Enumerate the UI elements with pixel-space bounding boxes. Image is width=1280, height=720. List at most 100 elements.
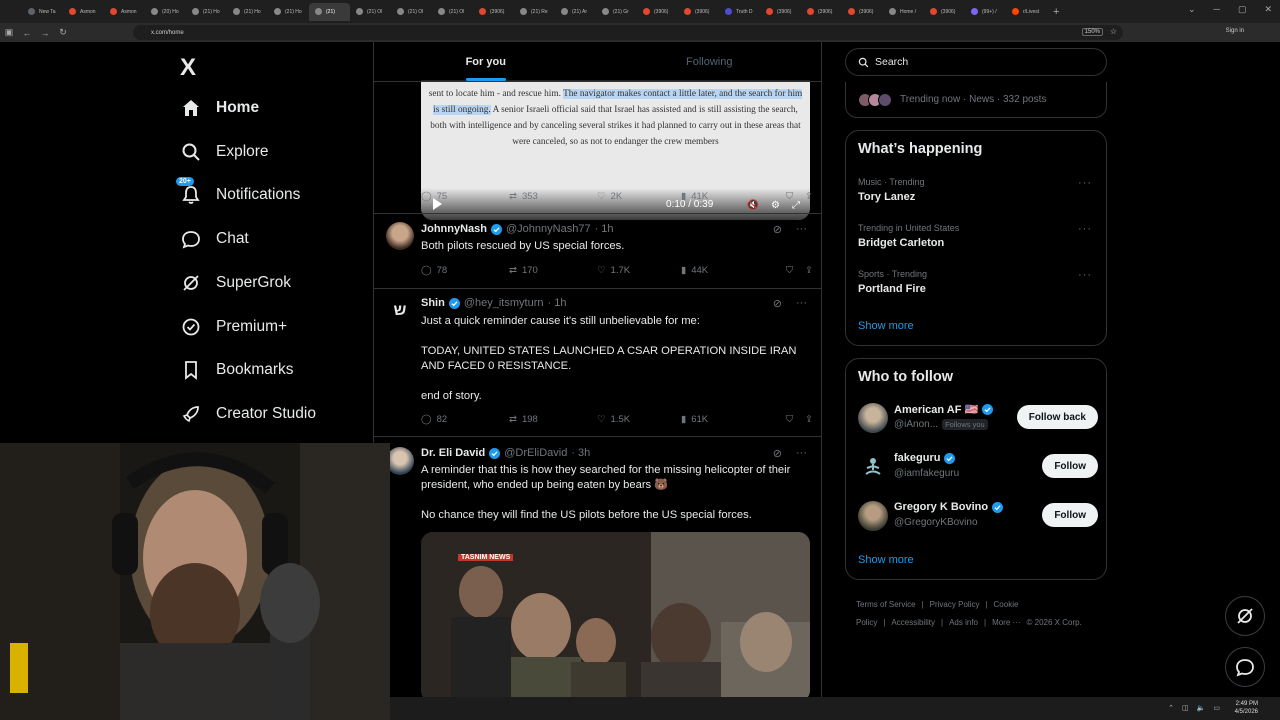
share-icon[interactable]: ⇪ bbox=[805, 265, 813, 276]
like-button[interactable]: ♡ 1.7K bbox=[597, 265, 681, 276]
more-icon[interactable]: ··· bbox=[796, 447, 807, 460]
share-icon[interactable]: ⇪ bbox=[805, 191, 813, 202]
nav-item-home[interactable]: Home bbox=[180, 93, 259, 123]
browser-tab[interactable]: (3906) bbox=[678, 3, 719, 21]
author-name[interactable]: JohnnyNash bbox=[421, 223, 487, 235]
more-icon[interactable]: ··· bbox=[1078, 177, 1092, 189]
footer-link[interactable]: Privacy Policy bbox=[930, 600, 980, 609]
follow-back-button[interactable]: Follow back bbox=[1016, 405, 1098, 429]
browser-tab[interactable]: (21) Gr bbox=[596, 3, 637, 21]
footer-link[interactable]: Accessibility bbox=[891, 618, 935, 627]
trend-item[interactable]: Trending in United States Bridget Carlet… bbox=[858, 223, 1098, 249]
share-icon[interactable]: ⇪ bbox=[805, 414, 813, 425]
grok-icon[interactable]: ⊘ bbox=[773, 297, 782, 310]
views-button[interactable]: ▮ 44K bbox=[681, 265, 771, 276]
avatar[interactable]: ש bbox=[386, 297, 414, 325]
chat-fab[interactable] bbox=[1225, 647, 1265, 687]
show-more-link[interactable]: Show more bbox=[858, 554, 914, 566]
follow-button[interactable]: Follow bbox=[1042, 503, 1098, 527]
author-name[interactable]: Dr. Eli David bbox=[421, 447, 485, 459]
browser-tab[interactable]: (20) Ho bbox=[145, 3, 186, 21]
nav-item-explore[interactable]: Explore bbox=[180, 137, 269, 167]
repost-button[interactable]: ⇄ 170 bbox=[509, 265, 597, 276]
views-button[interactable]: ▮ 41K bbox=[681, 191, 771, 202]
footer-link[interactable]: Ads info bbox=[949, 618, 978, 627]
new-tab-icon[interactable]: + bbox=[1053, 6, 1059, 18]
trending-now-banner[interactable]: Trending now · News · 332 posts bbox=[845, 82, 1107, 118]
browser-tab[interactable]: (21) Ol bbox=[350, 3, 391, 21]
maximize-icon[interactable]: ▢ bbox=[1238, 4, 1247, 15]
sidebar-toggle-icon[interactable]: ▣ bbox=[0, 27, 18, 38]
browser-tab[interactable]: (21) Ol bbox=[432, 3, 473, 21]
bookmark-star-icon[interactable]: ☆ bbox=[1110, 27, 1117, 36]
nav-item-supergrok[interactable]: SuperGrok bbox=[180, 268, 291, 298]
signin-button[interactable]: Sign in bbox=[1226, 28, 1244, 34]
tweet-photo[interactable]: TASNIM NEWS bbox=[421, 532, 810, 697]
browser-tab[interactable]: (21) Ho bbox=[227, 3, 268, 21]
show-more-link[interactable]: Show more bbox=[858, 320, 914, 332]
more-icon[interactable]: ··· bbox=[796, 297, 807, 310]
tweet-time[interactable]: · 1h bbox=[595, 223, 614, 235]
browser-tab[interactable]: (21) Re bbox=[514, 3, 555, 21]
footer-link[interactable]: Terms of Service bbox=[856, 600, 916, 609]
like-button[interactable]: ♡ 2K bbox=[597, 191, 681, 202]
browser-tab[interactable]: (21) bbox=[309, 2, 350, 21]
nav-item-chat[interactable]: Chat bbox=[180, 224, 249, 254]
avatar[interactable] bbox=[386, 447, 414, 475]
author-handle[interactable]: @JohnnyNash77 bbox=[506, 223, 591, 235]
tweet[interactable]: Dr. Eli David @DrEliDavid · 3h ⊘ ··· A re… bbox=[374, 437, 821, 697]
bookmark-icon[interactable]: ⛉ bbox=[786, 265, 793, 276]
follow-suggestion[interactable]: fakeguru @iamfakeguru Follow bbox=[858, 450, 1098, 486]
tweet-time[interactable]: · 3h bbox=[571, 447, 590, 459]
author-handle[interactable]: @DrEliDavid bbox=[504, 447, 567, 459]
reply-button[interactable]: ◯ 75 bbox=[421, 191, 509, 202]
clock[interactable]: 2:49 PM 4/5/2026 bbox=[1235, 700, 1258, 716]
follow-suggestion[interactable]: American AF 🇺🇸 @iAnon... Follows you Foll… bbox=[858, 401, 1098, 437]
browser-tab[interactable]: New Ta bbox=[22, 3, 63, 21]
nav-item-premium[interactable]: Premium+ bbox=[180, 312, 287, 342]
bookmark-icon[interactable]: ⛉ bbox=[786, 191, 793, 202]
chevron-up-icon[interactable]: ⌃ bbox=[1168, 704, 1174, 712]
grok-fab[interactable] bbox=[1225, 596, 1265, 636]
browser-tab[interactable]: Truth D bbox=[719, 3, 760, 21]
browser-tab[interactable]: (3906) bbox=[760, 3, 801, 21]
browser-tab[interactable]: (3906) bbox=[473, 3, 514, 21]
views-button[interactable]: ▮ 61K bbox=[681, 414, 771, 425]
back-icon[interactable]: ← bbox=[18, 28, 36, 38]
browser-tab[interactable]: (3906) bbox=[801, 3, 842, 21]
more-icon[interactable]: ··· bbox=[796, 223, 807, 236]
browser-tab[interactable]: Asmon bbox=[63, 3, 104, 21]
tweet[interactable]: JohnnyNash @JohnnyNash77 · 1h ⊘ ··· Both … bbox=[374, 214, 821, 289]
tab-search-icon[interactable]: ⌄ bbox=[1188, 4, 1196, 15]
avatar[interactable] bbox=[858, 403, 888, 433]
nav-item-notifications[interactable]: 20+ Notifications bbox=[176, 177, 300, 210]
forward-icon[interactable]: → bbox=[36, 28, 54, 38]
author-handle[interactable]: @hey_itsmyturn bbox=[464, 297, 544, 309]
avatar[interactable] bbox=[386, 222, 414, 250]
repost-button[interactable]: ⇄ 353 bbox=[509, 191, 597, 202]
nav-item-bookmarks[interactable]: Bookmarks bbox=[180, 355, 294, 385]
grok-icon[interactable]: ⊘ bbox=[773, 223, 782, 236]
footer-link[interactable]: More ··· bbox=[992, 618, 1020, 627]
browser-tab[interactable]: (21) Ho bbox=[186, 3, 227, 21]
footer-link[interactable]: © 2026 X Corp. bbox=[1027, 618, 1082, 627]
more-icon[interactable]: ··· bbox=[1078, 223, 1092, 235]
tab-following[interactable]: Following bbox=[598, 42, 822, 81]
avatar[interactable] bbox=[858, 452, 888, 482]
trend-item[interactable]: Sports · Trending Portland Fire ··· bbox=[858, 269, 1098, 295]
search-input[interactable]: Search bbox=[845, 48, 1107, 76]
browser-tab[interactable]: Home / bbox=[883, 3, 924, 21]
volume-icon[interactable]: 🔈 bbox=[1197, 704, 1206, 712]
browser-tab[interactable]: (21) Ar bbox=[555, 3, 596, 21]
browser-tab[interactable]: (99+) / bbox=[965, 3, 1006, 21]
grok-icon[interactable]: ⊘ bbox=[773, 447, 782, 460]
reply-button[interactable]: ◯ 78 bbox=[421, 265, 509, 276]
more-icon[interactable]: ··· bbox=[1078, 269, 1092, 281]
browser-tab[interactable]: (21) Ho bbox=[268, 3, 309, 21]
zoom-level[interactable]: 150% bbox=[1081, 28, 1103, 36]
follow-button[interactable]: Follow bbox=[1042, 454, 1098, 478]
reply-button[interactable]: ◯ 82 bbox=[421, 414, 509, 425]
repost-button[interactable]: ⇄ 198 bbox=[509, 414, 597, 425]
browser-tab[interactable]: (3906) bbox=[637, 3, 678, 21]
bookmark-icon[interactable]: ⛉ bbox=[786, 414, 793, 425]
